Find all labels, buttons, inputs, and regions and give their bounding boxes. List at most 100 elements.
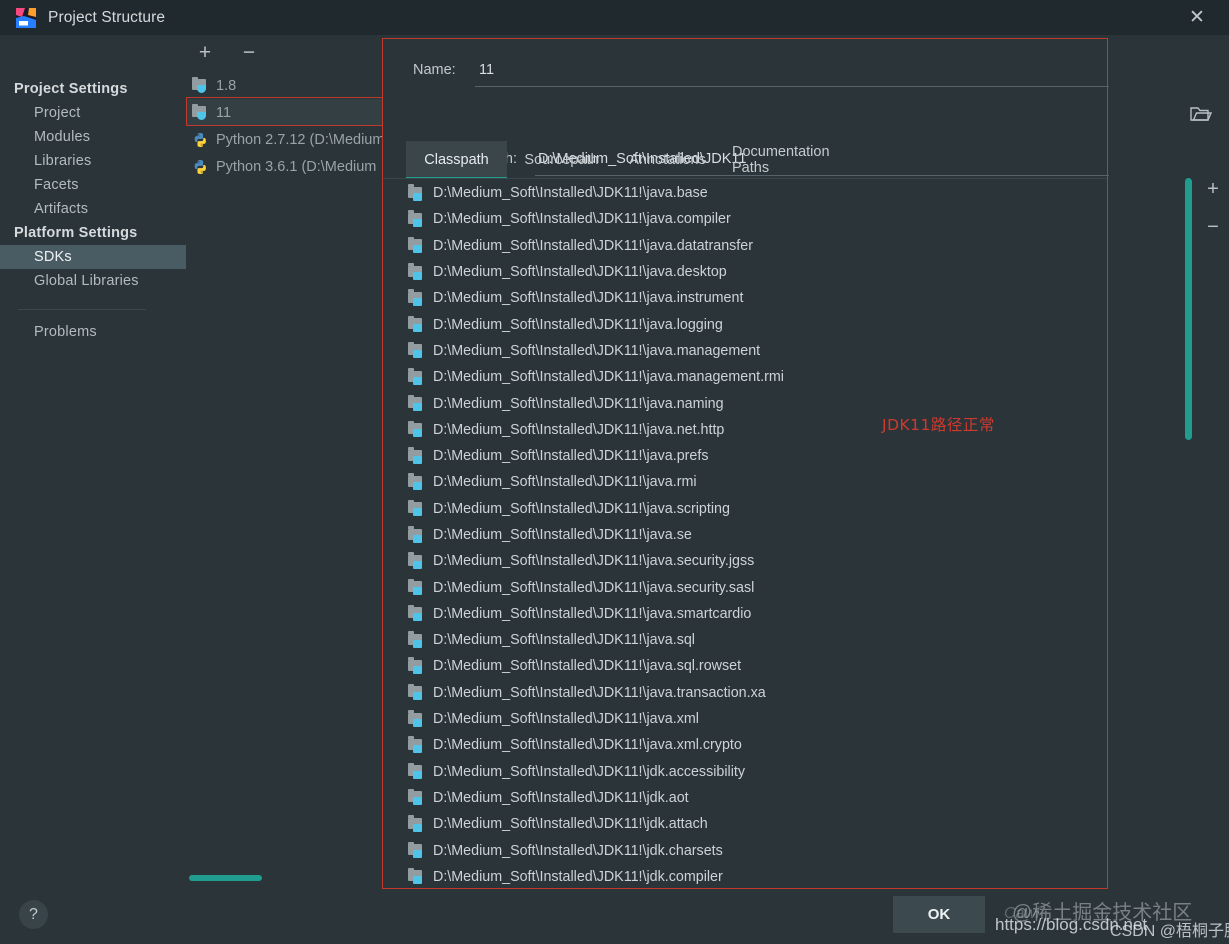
classpath-list-item[interactable]: D:\Medium_Soft\Installed\JDK11!\java.net…: [383, 417, 1109, 443]
sdk-list-item[interactable]: 11: [186, 99, 400, 126]
classpath-list-item[interactable]: D:\Medium_Soft\Installed\JDK11!\java.bas…: [383, 180, 1109, 206]
help-button[interactable]: ?: [19, 900, 48, 929]
sdk-list-item-label: Python 2.7.12 (D:\Medium: [216, 131, 385, 148]
title-bar: Project Structure ✕: [0, 0, 1229, 35]
classpath-list-item-label: D:\Medium_Soft\Installed\JDK11!\java.log…: [433, 316, 723, 333]
sidebar-group-project-settings: Project Settings: [14, 81, 128, 97]
classpath-list-item[interactable]: D:\Medium_Soft\Installed\JDK11!\java.des…: [383, 259, 1109, 285]
classpath-list-item-label: D:\Medium_Soft\Installed\JDK11!\jdk.char…: [433, 842, 723, 859]
sidebar-item-global-libraries[interactable]: Global Libraries: [0, 269, 186, 293]
sdk-list-item[interactable]: Python 2.7.12 (D:\Medium: [186, 126, 400, 153]
module-folder-icon: [408, 447, 425, 464]
sdk-list-item-label: Python 3.6.1 (D:\Medium: [216, 158, 377, 175]
classpath-vertical-scrollbar[interactable]: [1185, 178, 1192, 440]
classpath-list-item[interactable]: D:\Medium_Soft\Installed\JDK11!\java.sql…: [383, 653, 1109, 679]
classpath-list[interactable]: D:\Medium_Soft\Installed\JDK11!\java.bas…: [383, 180, 1109, 888]
classpath-list-item[interactable]: D:\Medium_Soft\Installed\JDK11!\java.xml…: [383, 732, 1109, 758]
classpath-list-item-label: D:\Medium_Soft\Installed\JDK11!\java.xml: [433, 711, 699, 728]
classpath-list-item[interactable]: D:\Medium_Soft\Installed\JDK11!\java.ins…: [383, 285, 1109, 311]
classpath-list-item[interactable]: D:\Medium_Soft\Installed\JDK11!\java.se: [383, 522, 1109, 548]
sdk-horizontal-scrollbar[interactable]: [189, 875, 262, 881]
module-folder-icon: [408, 420, 425, 438]
classpath-list-item[interactable]: D:\Medium_Soft\Installed\JDK11!\java.pre…: [383, 443, 1109, 469]
tab-classpath[interactable]: Classpath: [406, 141, 507, 179]
tab-sourcepath[interactable]: Sourcepath: [507, 141, 616, 179]
classpath-list-item[interactable]: D:\Medium_Soft\Installed\JDK11!\java.rmi: [383, 469, 1109, 495]
classpath-side-buttons: + −: [1202, 178, 1224, 238]
classpath-list-item[interactable]: D:\Medium_Soft\Installed\JDK11!\java.tra…: [383, 680, 1109, 706]
classpath-list-item[interactable]: D:\Medium_Soft\Installed\JDK11!\java.scr…: [383, 496, 1109, 522]
close-icon[interactable]: ✕: [1175, 0, 1219, 35]
name-input[interactable]: 11: [479, 62, 494, 78]
classpath-list-item-label: D:\Medium_Soft\Installed\JDK11!\java.rmi: [433, 474, 697, 491]
sdk-toolbar: + −: [194, 40, 260, 64]
watermark-csdn-author: CSDN @梧桐子朑1: [1110, 923, 1229, 940]
classpath-list-item-label: D:\Medium_Soft\Installed\JDK11!\java.xml…: [433, 737, 742, 754]
classpath-list-item-label: D:\Medium_Soft\Installed\JDK11!\java.des…: [433, 264, 727, 281]
tab-documentation-paths[interactable]: Documentation Paths: [719, 141, 872, 179]
classpath-list-item[interactable]: D:\Medium_Soft\Installed\JDK11!\java.sec…: [383, 548, 1109, 574]
sdk-items: 1.8 11 Python 2.7.12 (D:\Medium Python 3.6.…: [186, 72, 400, 180]
module-folder-icon: [408, 499, 425, 517]
classpath-list-item[interactable]: D:\Medium_Soft\Installed\JDK11!\java.xml: [383, 706, 1109, 732]
remove-sdk-button[interactable]: −: [238, 40, 260, 64]
module-folder-icon: [408, 552, 425, 569]
classpath-list-item-label: D:\Medium_Soft\Installed\JDK11!\java.sql: [433, 632, 695, 649]
classpath-list-item[interactable]: D:\Medium_Soft\Installed\JDK11!\java.dat…: [383, 233, 1109, 259]
module-folder-icon: [408, 210, 425, 227]
classpath-list-item-label: D:\Medium_Soft\Installed\JDK11!\java.dat…: [433, 237, 753, 254]
module-folder-icon: [408, 368, 425, 385]
sidebar-item-problems[interactable]: Problems: [0, 320, 186, 344]
classpath-list-item-label: D:\Medium_Soft\Installed\JDK11!\java.scr…: [433, 500, 730, 517]
classpath-list-item[interactable]: D:\Medium_Soft\Installed\JDK11!\jdk.acce…: [383, 759, 1109, 785]
classpath-list-item-label: D:\Medium_Soft\Installed\JDK11!\java.com…: [433, 211, 731, 228]
classpath-list-item[interactable]: D:\Medium_Soft\Installed\JDK11!\java.sma…: [383, 601, 1109, 627]
module-folder-icon: [408, 631, 425, 648]
tab-annotations[interactable]: Annotations: [616, 141, 719, 179]
classpath-list-item[interactable]: D:\Medium_Soft\Installed\JDK11!\jdk.char…: [383, 837, 1109, 863]
remove-classpath-button[interactable]: −: [1202, 216, 1224, 238]
sdk-list-item[interactable]: 1.8: [186, 72, 400, 99]
name-field-row: Name: 11: [383, 39, 1109, 87]
jdk-home-path-row: JDK home path: D:\Medium_Soft\Installed\…: [383, 83, 1109, 176]
classpath-list-item[interactable]: D:\Medium_Soft\Installed\JDK11!\jdk.comp…: [383, 864, 1109, 888]
classpath-list-item-label: D:\Medium_Soft\Installed\JDK11!\java.bas…: [433, 185, 708, 202]
module-folder-icon: [408, 289, 425, 306]
sidebar-item-project[interactable]: Project: [0, 101, 186, 125]
classpath-list-item[interactable]: D:\Medium_Soft\Installed\JDK11!\jdk.aot: [383, 785, 1109, 811]
sidebar-item-facets[interactable]: Facets: [0, 173, 186, 197]
classpath-list-item[interactable]: D:\Medium_Soft\Installed\JDK11!\java.sec…: [383, 574, 1109, 600]
sdk-list-item[interactable]: Python 3.6.1 (D:\Medium: [186, 153, 400, 180]
add-sdk-button[interactable]: +: [194, 40, 216, 64]
annotation-text: JDK11路径正常: [882, 416, 995, 434]
classpath-list-item[interactable]: D:\Medium_Soft\Installed\JDK11!\java.nam…: [383, 390, 1109, 416]
classpath-list-item-label: D:\Medium_Soft\Installed\JDK11!\java.sec…: [433, 553, 755, 570]
watermark-juejin: @稀土掘金技术社区: [1012, 902, 1193, 924]
folder-browse-icon[interactable]: [1190, 105, 1213, 123]
sidebar-item-artifacts[interactable]: Artifacts: [0, 197, 186, 221]
module-folder-icon: [408, 788, 425, 806]
classpath-list-item[interactable]: D:\Medium_Soft\Installed\JDK11!\java.log…: [383, 311, 1109, 337]
classpath-list-item[interactable]: D:\Medium_Soft\Installed\JDK11!\java.sql: [383, 627, 1109, 653]
module-folder-icon: [408, 394, 425, 412]
jdk-folder-icon: [192, 76, 209, 93]
classpath-list-item-label: D:\Medium_Soft\Installed\JDK11!\java.net…: [433, 421, 725, 438]
classpath-list-item[interactable]: D:\Medium_Soft\Installed\JDK11!\jdk.atta…: [383, 811, 1109, 837]
add-classpath-button[interactable]: +: [1202, 178, 1224, 200]
classpath-list-item[interactable]: D:\Medium_Soft\Installed\JDK11!\java.man…: [383, 364, 1109, 390]
sidebar-item-modules[interactable]: Modules: [0, 125, 186, 149]
sidebar-divider: [18, 309, 146, 310]
module-folder-icon: [408, 473, 425, 490]
module-folder-icon: [408, 867, 425, 885]
classpath-list-item[interactable]: D:\Medium_Soft\Installed\JDK11!\java.com…: [383, 206, 1109, 232]
detail-tabs: Classpath Sourcepath Annotations Documentat…: [383, 141, 1107, 179]
sdk-detail-panel: Name: 11 JDK home path: D:\Medium_Soft\I…: [382, 38, 1109, 889]
ok-button[interactable]: OK: [893, 896, 985, 933]
sidebar-item-libraries[interactable]: Libraries: [0, 149, 186, 173]
classpath-list-item[interactable]: D:\Medium_Soft\Installed\JDK11!\java.man…: [383, 338, 1109, 364]
intellij-idea-logo-icon: [16, 7, 36, 28]
module-folder-icon: [408, 236, 425, 254]
watermark-cawi: Cawi: [1004, 905, 1040, 922]
sidebar-item-sdks[interactable]: SDKs: [0, 245, 186, 269]
classpath-list-item-label: D:\Medium_Soft\Installed\JDK11!\jdk.comp…: [433, 868, 723, 885]
